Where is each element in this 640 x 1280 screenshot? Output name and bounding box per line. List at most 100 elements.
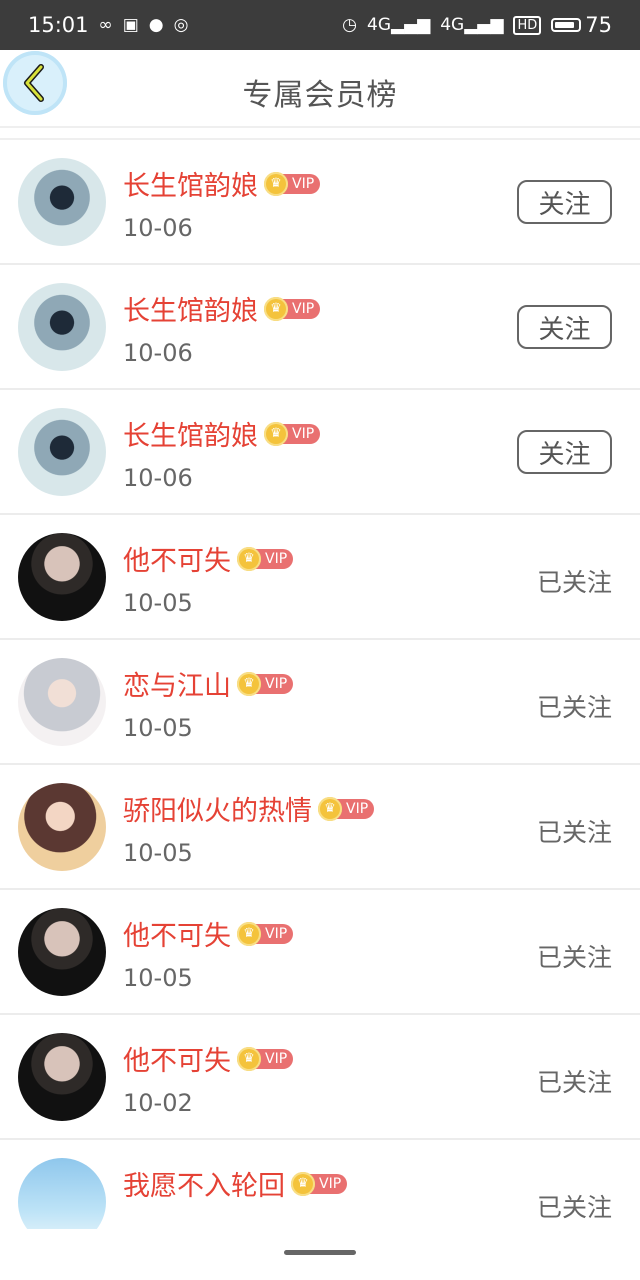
followed-status[interactable]: 已关注	[537, 563, 612, 599]
avatar[interactable]	[18, 658, 106, 746]
battery-shell	[551, 18, 582, 32]
vip-label: VIP	[346, 800, 369, 817]
member-date: 10-05	[123, 839, 193, 867]
member-date: 10-06	[123, 214, 193, 242]
avatar[interactable]	[18, 1158, 106, 1229]
member-date: 10-05	[123, 589, 193, 617]
vip-badge: ♛ VIP	[264, 296, 321, 321]
followed-status[interactable]: 已关注	[537, 938, 612, 974]
vip-badge: ♛ VIP	[237, 921, 294, 946]
followed-status[interactable]: 已关注	[537, 813, 612, 849]
member-name[interactable]: 我愿不入轮回 ♛ VIP	[123, 1164, 348, 1203]
vip-label: VIP	[265, 925, 288, 942]
vip-badge: ♛ VIP	[291, 1171, 348, 1196]
notification-icon: ▣	[122, 15, 139, 35]
status-bar: 15:01 ∞ ▣ ● ◎ ◷ 4G ▂▄▆ 4G ▂▄▆ HD 75	[0, 0, 640, 50]
home-indicator[interactable]	[284, 1250, 356, 1255]
avatar[interactable]	[18, 1033, 106, 1121]
member-name[interactable]: 他不可失 ♛ VIP	[123, 539, 294, 578]
member-name-text: 我愿不入轮回	[123, 1171, 285, 1202]
member-name-text: 长生馆韵娘	[123, 171, 258, 202]
network-label-1: 4G	[367, 15, 391, 35]
member-date: 10-05	[123, 714, 193, 742]
vip-label: VIP	[265, 675, 288, 692]
follow-button[interactable]: 关注	[517, 180, 612, 224]
crown-icon: ♛	[237, 1046, 261, 1071]
member-list[interactable]: 长生馆韵娘 ♛ VIP 10-06 关注 长生馆韵娘 ♛ VIP 10-06 关注 长生馆韵娘 ♛ VI…	[0, 138, 640, 1229]
avatar[interactable]	[18, 783, 106, 871]
status-right: ◷ 4G ▂▄▆ 4G ▂▄▆ HD 75	[342, 13, 612, 37]
vip-label: VIP	[292, 300, 315, 317]
list-item[interactable]: 骄阳似火的热情 ♛ VIP 10-05 已关注	[0, 765, 640, 890]
vip-badge: ♛ VIP	[264, 421, 321, 446]
alarm-icon: ◷	[342, 15, 357, 35]
vip-badge: ♛ VIP	[237, 1046, 294, 1071]
member-name-text: 他不可失	[123, 921, 231, 952]
member-name-text: 长生馆韵娘	[123, 421, 258, 452]
member-date: 10-06	[123, 339, 193, 367]
follow-button[interactable]: 关注	[517, 305, 612, 349]
member-name[interactable]: 他不可失 ♛ VIP	[123, 1039, 294, 1078]
member-date: 10-05	[123, 964, 193, 992]
follow-button[interactable]: 关注	[517, 430, 612, 474]
vip-badge: ♛ VIP	[237, 671, 294, 696]
vip-label: VIP	[292, 425, 315, 442]
list-item[interactable]: 我愿不入轮回 ♛ VIP 已关注	[0, 1140, 640, 1229]
vip-label: VIP	[265, 550, 288, 567]
list-item[interactable]: 长生馆韵娘 ♛ VIP 10-06 关注	[0, 140, 640, 265]
member-name[interactable]: 恋与江山 ♛ VIP	[123, 664, 294, 703]
top-bar: 专属会员榜	[0, 50, 640, 128]
list-item[interactable]: 他不可失 ♛ VIP 10-02 已关注	[0, 1015, 640, 1140]
member-name-text: 他不可失	[123, 546, 231, 577]
status-left: 15:01 ∞ ▣ ● ◎	[28, 13, 188, 37]
vip-label: VIP	[319, 1175, 342, 1192]
list-item[interactable]: 恋与江山 ♛ VIP 10-05 已关注	[0, 640, 640, 765]
crown-icon: ♛	[264, 421, 288, 446]
vip-badge: ♛ VIP	[237, 546, 294, 571]
member-name[interactable]: 长生馆韵娘 ♛ VIP	[123, 289, 321, 328]
member-name[interactable]: 长生馆韵娘 ♛ VIP	[123, 164, 321, 203]
infinity-icon: ∞	[98, 15, 113, 35]
vip-label: VIP	[292, 175, 315, 192]
avatar[interactable]	[18, 158, 106, 246]
battery-icon: 75	[551, 13, 612, 37]
list-item[interactable]: 长生馆韵娘 ♛ VIP 10-06 关注	[0, 265, 640, 390]
signal-4g-icon: 4G ▂▄▆	[440, 15, 504, 35]
page-title: 专属会员榜	[242, 78, 398, 113]
crown-icon: ♛	[237, 671, 261, 696]
member-name-text: 骄阳似火的热情	[123, 796, 312, 827]
status-time: 15:01	[28, 13, 89, 37]
avatar[interactable]	[18, 533, 106, 621]
avatar[interactable]	[18, 908, 106, 996]
member-name[interactable]: 长生馆韵娘 ♛ VIP	[123, 414, 321, 453]
member-name-text: 恋与江山	[123, 671, 231, 702]
battery-fill	[555, 22, 575, 28]
list-item[interactable]: 他不可失 ♛ VIP 10-05 已关注	[0, 515, 640, 640]
crown-icon: ♛	[291, 1171, 315, 1196]
member-name-text: 他不可失	[123, 1046, 231, 1077]
vip-label: VIP	[265, 1050, 288, 1067]
followed-status[interactable]: 已关注	[537, 688, 612, 724]
member-name-text: 长生馆韵娘	[123, 296, 258, 327]
member-name[interactable]: 骄阳似火的热情 ♛ VIP	[123, 789, 375, 828]
signal-4g-icon: 4G ▂▄▆	[367, 15, 431, 35]
avatar[interactable]	[18, 283, 106, 371]
followed-status[interactable]: 已关注	[537, 1063, 612, 1099]
member-date: 10-02	[123, 1089, 193, 1117]
followed-status[interactable]: 已关注	[537, 1188, 612, 1224]
network-label-2: 4G	[440, 15, 465, 35]
vip-badge: ♛ VIP	[264, 171, 321, 196]
crown-icon: ♛	[318, 796, 342, 821]
member-date: 10-06	[123, 464, 193, 492]
list-item[interactable]: 长生馆韵娘 ♛ VIP 10-06 关注	[0, 390, 640, 515]
chat-icon: ●	[148, 15, 164, 35]
vip-badge: ♛ VIP	[318, 796, 375, 821]
hotspot-icon: ◎	[173, 15, 189, 35]
hd-icon: HD	[513, 15, 542, 35]
crown-icon: ♛	[237, 546, 261, 571]
list-item[interactable]: 他不可失 ♛ VIP 10-05 已关注	[0, 890, 640, 1015]
member-name[interactable]: 他不可失 ♛ VIP	[123, 914, 294, 953]
crown-icon: ♛	[264, 171, 288, 196]
crown-icon: ♛	[264, 296, 288, 321]
avatar[interactable]	[18, 408, 106, 496]
